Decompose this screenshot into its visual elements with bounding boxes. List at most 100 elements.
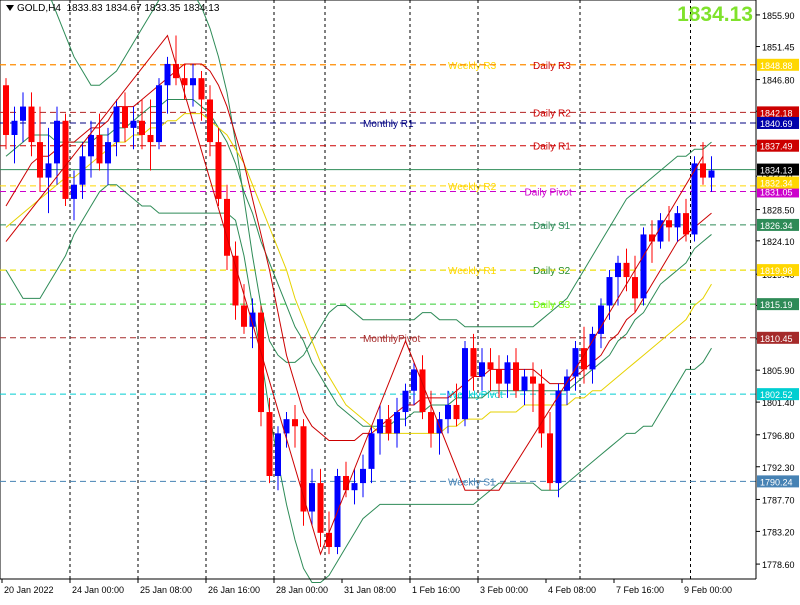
y-tick-label: 1778.60 [762,560,795,570]
candle-body [351,483,358,491]
candle-body [71,184,77,199]
candle-body [147,134,154,143]
candle-body [615,262,621,278]
candle-body [122,106,128,128]
level-text: Weekly R3 [448,61,497,72]
y-tick-label: 1824.10 [762,237,795,247]
candle-body [317,483,324,533]
candle-body [394,412,400,434]
candle-body [156,85,162,143]
level-text: Daily S1 [533,221,571,232]
candle-body [232,255,239,306]
y-tick-label: 1805.90 [762,366,795,376]
x-tick-label: 28 Jan 00:00 [276,585,328,595]
candle-body [326,532,332,548]
level-price-tag: 1790.24 [760,477,793,487]
candle-body [470,348,477,377]
x-tick-label: 26 Jan 16:00 [208,585,260,595]
candle-body [88,134,94,157]
candle-body [198,78,205,100]
candle-body [368,433,375,469]
candle-body [224,198,230,256]
candle-body [445,404,451,420]
dropdown-triangle-icon[interactable] [6,5,14,12]
candle-body [28,106,35,143]
candle-body [708,170,715,178]
level-price-tag: 1826.34 [760,221,793,231]
level-price-tag: 1842.18 [760,108,793,118]
candle-body [300,426,307,512]
extra-price-tag: 1832.34 [760,179,793,189]
level-price-tag: 1819.98 [760,266,793,276]
candle-body [666,220,672,228]
candle-body [385,419,392,434]
level-price-tag: 1840.69 [760,119,793,129]
candle-body [20,106,26,121]
level-price-tag: 1802.52 [760,390,793,400]
price-chart[interactable]: Weekly R3 Daily R3 Daily R2 Monthly R1 Daily… [0,0,800,600]
candle-body [479,362,485,377]
y-tick-label: 1851.45 [762,43,795,53]
y-tick-label: 1787.70 [762,495,795,505]
candle-body [453,404,460,420]
y-tick-label: 1796.80 [762,431,795,441]
candle-body [79,156,86,185]
candle-body [462,348,468,420]
chart-window: GOLD,H4 1833.83 1834.67 1833.35 1834.13 … [0,0,800,600]
candle-body [487,362,494,370]
candle-body [700,163,706,178]
candle-body [37,142,43,178]
level-price-tag: 1815.19 [760,300,793,310]
candle-body [190,78,196,86]
candle-body [547,433,553,484]
level-text: Weekly S1 [448,477,496,488]
candle-body [530,376,536,384]
y-tick-label: 1855.90 [762,11,795,21]
x-tick-label: 31 Jan 08:00 [344,585,396,595]
level-text: Monthly R1 [363,119,414,130]
candle-body [130,120,137,128]
candle-body [258,312,264,413]
candle-body [139,120,145,135]
x-tick-label: 25 Jan 08:00 [140,585,192,595]
candle-body [504,362,511,384]
candle-body [105,142,111,164]
y-tick-label: 1783.20 [762,527,795,537]
level-text: MonthlyPivot [363,334,420,345]
level-price-tag: 1810.45 [760,334,793,344]
candle-body [3,85,9,135]
candle-body [54,120,60,164]
x-tick-label: 3 Feb 00:00 [480,585,528,595]
candle-body [181,78,188,86]
symbol-label: GOLD,H4 [17,3,61,14]
candle-body [215,142,222,199]
current-price-big: 1834.13 [677,3,753,26]
y-tick-label: 1792.30 [762,463,795,473]
candle-body [419,369,426,413]
ohlc-readout: 1833.83 1834.67 1833.35 1834.13 [66,3,220,14]
candle-body [266,412,273,476]
candle-body [207,99,213,143]
candle-body [589,333,596,370]
candle-body [623,262,630,278]
chart-header: GOLD,H4 1833.83 1834.67 1833.35 1834.13 [6,3,219,14]
candle-body [113,106,120,143]
candle-body [513,362,519,391]
candle-body [377,419,383,434]
candle-body [241,305,247,327]
x-tick-label: 9 Feb 00:00 [684,585,732,595]
level-text: Daily Pivot [525,187,572,198]
candle-body [428,412,434,434]
current-price-tag: 1834.13 [760,166,793,176]
y-tick-label: 1846.80 [762,76,795,86]
candle-body [45,163,52,178]
candle-body [275,433,281,476]
candle-body [360,468,366,484]
candle-body [555,390,562,484]
x-tick-label: 4 Feb 08:00 [548,585,596,595]
candle-body [292,419,298,427]
candle-body [632,277,638,299]
candle-body [62,120,69,199]
candle-body [606,277,613,306]
level-price-tag: 1837.49 [760,142,793,152]
